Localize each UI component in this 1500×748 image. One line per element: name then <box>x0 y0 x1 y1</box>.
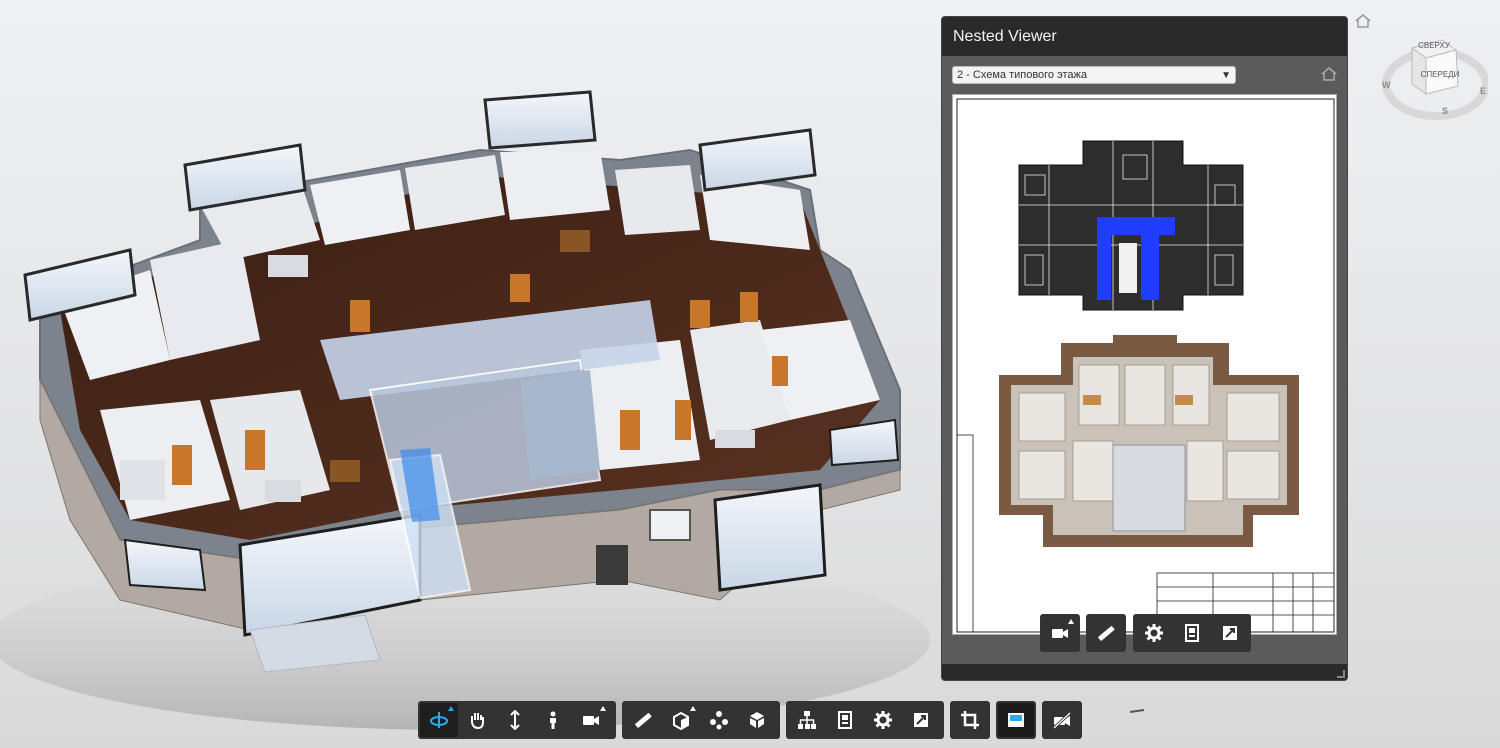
camera-toggle-toolbar <box>1042 701 1082 739</box>
chevron-down-icon: ▼ <box>1221 70 1231 81</box>
camera-icon[interactable] <box>572 703 610 737</box>
section-icon[interactable] <box>662 703 700 737</box>
resize-handle[interactable] <box>1337 670 1345 678</box>
orbit-icon[interactable] <box>420 703 458 737</box>
properties-icon[interactable] <box>826 703 864 737</box>
navigation-toolbar <box>418 701 616 739</box>
modeling-toolbar <box>622 701 780 739</box>
crop-toolbar <box>950 701 990 739</box>
drawing-sheet[interactable] <box>952 94 1337 635</box>
floor-plan-drawing <box>1018 140 1244 311</box>
viewcube[interactable]: СВЕРХУ СПЕРЕДИ W E S <box>1380 36 1490 122</box>
nested-viewer-footer <box>942 664 1347 680</box>
home-icon[interactable] <box>1320 66 1338 82</box>
nested-viewer-toolbar <box>996 701 1036 739</box>
viewcube-front-face[interactable]: СПЕРЕДИ <box>1420 70 1460 79</box>
fullscreen-icon[interactable] <box>1211 616 1249 650</box>
nested-viewer-panel: Nested Viewer 2 - Схема типового этажа ▼ <box>941 16 1348 681</box>
sheet-select[interactable]: 2 - Схема типового этажа ▼ <box>952 66 1236 84</box>
properties-icon[interactable] <box>1173 616 1211 650</box>
nested-camera-group <box>1040 614 1080 652</box>
sheet-select-value: 2 - Схема типового этажа <box>957 69 1087 81</box>
rendered-plan-image <box>999 335 1299 547</box>
zoom-icon[interactable] <box>496 703 534 737</box>
nested-viewer-title[interactable]: Nested Viewer <box>942 17 1347 56</box>
viewcube-top-face[interactable]: СВЕРХУ <box>1414 41 1454 50</box>
pan-icon[interactable] <box>458 703 496 737</box>
measure-icon[interactable] <box>624 703 662 737</box>
settings-icon[interactable] <box>864 703 902 737</box>
structure-icon[interactable] <box>788 703 826 737</box>
camera-icon[interactable] <box>1042 616 1078 650</box>
settings-toolbar <box>786 701 944 739</box>
nested-viewer-body: 2 - Схема типового этажа ▼ <box>942 56 1347 666</box>
nested-measure-group <box>1086 614 1126 652</box>
compass-east: E <box>1480 86 1487 96</box>
nested-viewer-icon[interactable] <box>998 703 1034 737</box>
explode-icon[interactable] <box>700 703 738 737</box>
compass-south: S <box>1442 106 1449 116</box>
gear-icon[interactable] <box>1135 616 1173 650</box>
home-icon[interactable] <box>1354 12 1372 30</box>
model-browser-icon[interactable] <box>738 703 776 737</box>
ruler-icon[interactable] <box>1088 616 1124 650</box>
first-person-icon[interactable] <box>534 703 572 737</box>
compass-west: W <box>1382 80 1391 90</box>
nested-settings-group <box>1133 614 1251 652</box>
camera-slash-icon[interactable] <box>1044 703 1080 737</box>
crop-icon[interactable] <box>952 703 988 737</box>
drawing-sheet-graphic <box>956 98 1335 633</box>
fullscreen-icon[interactable] <box>902 703 940 737</box>
